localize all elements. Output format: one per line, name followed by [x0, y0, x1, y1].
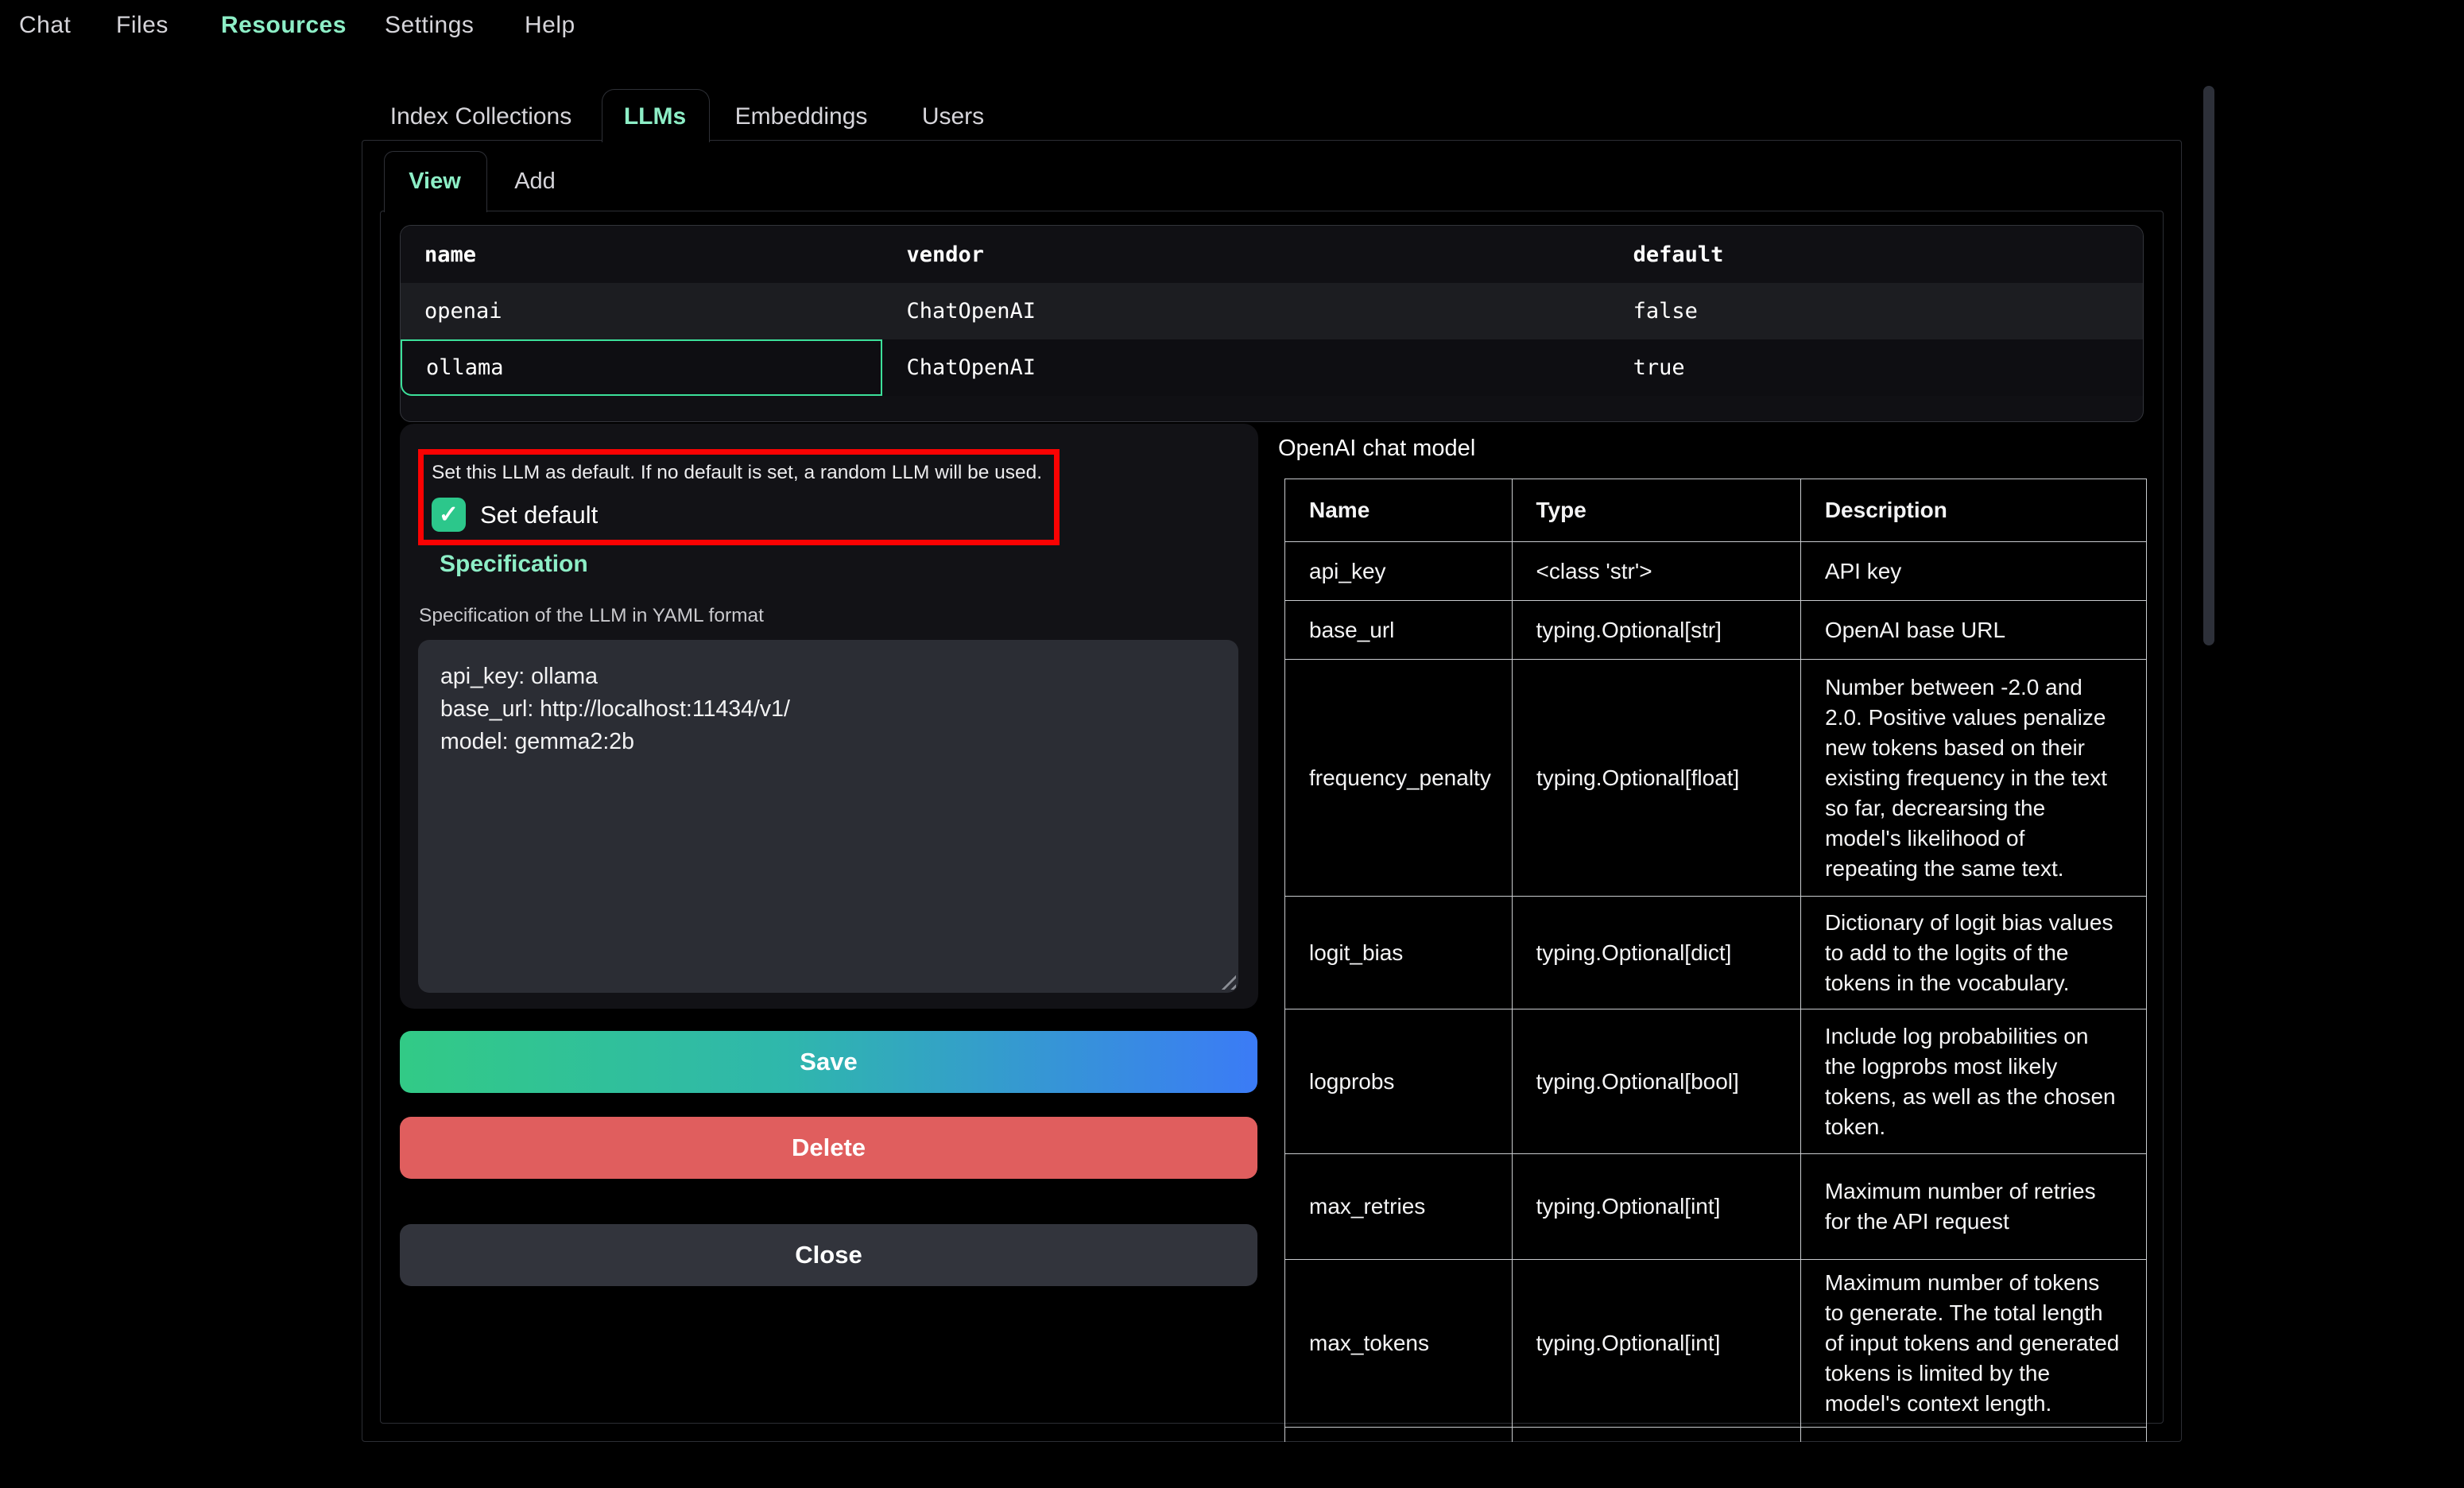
- cell-name[interactable]: openai: [401, 283, 882, 339]
- doc-row-logit-bias: logit_bias typing.Optional[dict] Diction…: [1285, 897, 2146, 1009]
- doc-row-logprobs: logprobs typing.Optional[bool] Include l…: [1285, 1009, 2146, 1154]
- set-default-checkbox[interactable]: ✓: [432, 498, 466, 532]
- yaml-spec-textarea[interactable]: api_key: ollama base_url: http://localho…: [418, 640, 1238, 993]
- doc-cell-description: [1801, 1428, 2146, 1442]
- nav-item-help[interactable]: Help: [525, 10, 575, 41]
- doc-cell-name: max_tokens: [1285, 1260, 1513, 1427]
- doc-row-frequency-penalty: frequency_penalty typing.Optional[float]…: [1285, 660, 2146, 897]
- doc-row-max-retries: max_retries typing.Optional[int] Maximum…: [1285, 1154, 2146, 1260]
- check-icon: ✓: [439, 503, 459, 527]
- set-default-note: Set this LLM as default. If no default i…: [432, 459, 1046, 486]
- annotation-red-box: Set this LLM as default. If no default i…: [418, 449, 1060, 545]
- doc-cell-name: frequency_penalty: [1285, 660, 1513, 896]
- llm-col-default: default: [1610, 226, 2143, 283]
- subtab-add[interactable]: Add: [507, 156, 563, 207]
- doc-cell-type: typing.Optional[float]: [1513, 660, 1801, 896]
- vertical-scrollbar-thumb[interactable]: [2203, 86, 2214, 645]
- doc-cell-description: Maximum number of retries for the API re…: [1801, 1154, 2146, 1259]
- doc-cell-name: [1285, 1428, 1513, 1442]
- specification-heading: Specification: [440, 551, 588, 578]
- doc-cell-name: api_key: [1285, 542, 1513, 600]
- close-button[interactable]: Close: [400, 1224, 1257, 1286]
- delete-button[interactable]: Delete: [400, 1117, 1257, 1179]
- cell-vendor[interactable]: ChatOpenAI: [882, 339, 1609, 396]
- tab-users[interactable]: Users: [921, 94, 985, 140]
- doc-cell-type: [1513, 1428, 1801, 1442]
- specification-caption: Specification of the LLM in YAML format: [419, 605, 764, 627]
- doc-title: OpenAI chat model: [1278, 436, 1475, 462]
- doc-cell-description: OpenAI base URL: [1801, 601, 2146, 659]
- nav-item-resources[interactable]: Resources: [221, 10, 347, 41]
- save-button[interactable]: Save: [400, 1031, 1257, 1093]
- doc-cell-type: typing.Optional[int]: [1513, 1154, 1801, 1259]
- tab-llms[interactable]: LLMs: [602, 94, 708, 140]
- doc-col-type: Type: [1513, 479, 1801, 541]
- cell-default[interactable]: true: [1610, 339, 2143, 396]
- doc-row-partial: [1285, 1428, 2146, 1442]
- nav-item-chat[interactable]: Chat: [19, 10, 71, 41]
- cell-name-selected[interactable]: ollama: [401, 339, 882, 396]
- doc-cell-type: typing.Optional[dict]: [1513, 897, 1801, 1009]
- llm-col-vendor: vendor: [882, 226, 1609, 283]
- doc-row-base-url: base_url typing.Optional[str] OpenAI bas…: [1285, 601, 2146, 660]
- doc-table-header: Name Type Description: [1285, 479, 2146, 542]
- doc-cell-description: API key: [1801, 542, 2146, 600]
- doc-col-description: Description: [1801, 479, 2146, 541]
- app-window: Chat Files Resources Settings Help Index…: [0, 0, 2464, 1488]
- doc-cell-type: <class 'str'>: [1513, 542, 1801, 600]
- table-row-openai[interactable]: openai ChatOpenAI false: [401, 283, 2143, 339]
- set-default-label[interactable]: Set default: [480, 501, 598, 529]
- doc-cell-description: Number between -2.0 and 2.0. Positive va…: [1801, 660, 2146, 896]
- doc-cell-name: base_url: [1285, 601, 1513, 659]
- doc-cell-name: logprobs: [1285, 1009, 1513, 1153]
- doc-cell-type: typing.Optional[bool]: [1513, 1009, 1801, 1153]
- doc-cell-type: typing.Optional[str]: [1513, 601, 1801, 659]
- doc-cell-description: Dictionary of logit bias values to add t…: [1801, 897, 2146, 1009]
- llm-col-name: name: [401, 226, 882, 283]
- llm-detail-card: Set this LLM as default. If no default i…: [400, 424, 1258, 1009]
- tab-embeddings[interactable]: Embeddings: [730, 94, 873, 140]
- set-default-row: ✓ Set default: [432, 498, 1046, 532]
- doc-cell-description: Maximum number of tokens to generate. Th…: [1801, 1260, 2146, 1427]
- doc-cell-description: Include log probabilities on the logprob…: [1801, 1009, 2146, 1153]
- doc-row-api-key: api_key <class 'str'> API key: [1285, 542, 2146, 601]
- doc-cell-type: typing.Optional[int]: [1513, 1260, 1801, 1427]
- doc-cell-name: logit_bias: [1285, 897, 1513, 1009]
- doc-cell-name: max_retries: [1285, 1154, 1513, 1259]
- cell-vendor[interactable]: ChatOpenAI: [882, 283, 1609, 339]
- table-row-ollama-selected[interactable]: ollama ChatOpenAI true: [401, 339, 2143, 396]
- doc-row-max-tokens: max_tokens typing.Optional[int] Maximum …: [1285, 1260, 2146, 1428]
- llm-table: name vendor default openai ChatOpenAI fa…: [400, 225, 2144, 422]
- cell-default[interactable]: false: [1610, 283, 2143, 339]
- llm-table-header: name vendor default: [401, 226, 2143, 283]
- doc-col-name: Name: [1285, 479, 1513, 541]
- nav-item-settings[interactable]: Settings: [385, 10, 474, 41]
- tab-index-collections[interactable]: Index Collections: [385, 94, 576, 140]
- doc-table: Name Type Description api_key <class 'st…: [1284, 479, 2147, 1442]
- subtab-view[interactable]: View: [384, 156, 486, 207]
- nav-item-files[interactable]: Files: [116, 10, 169, 41]
